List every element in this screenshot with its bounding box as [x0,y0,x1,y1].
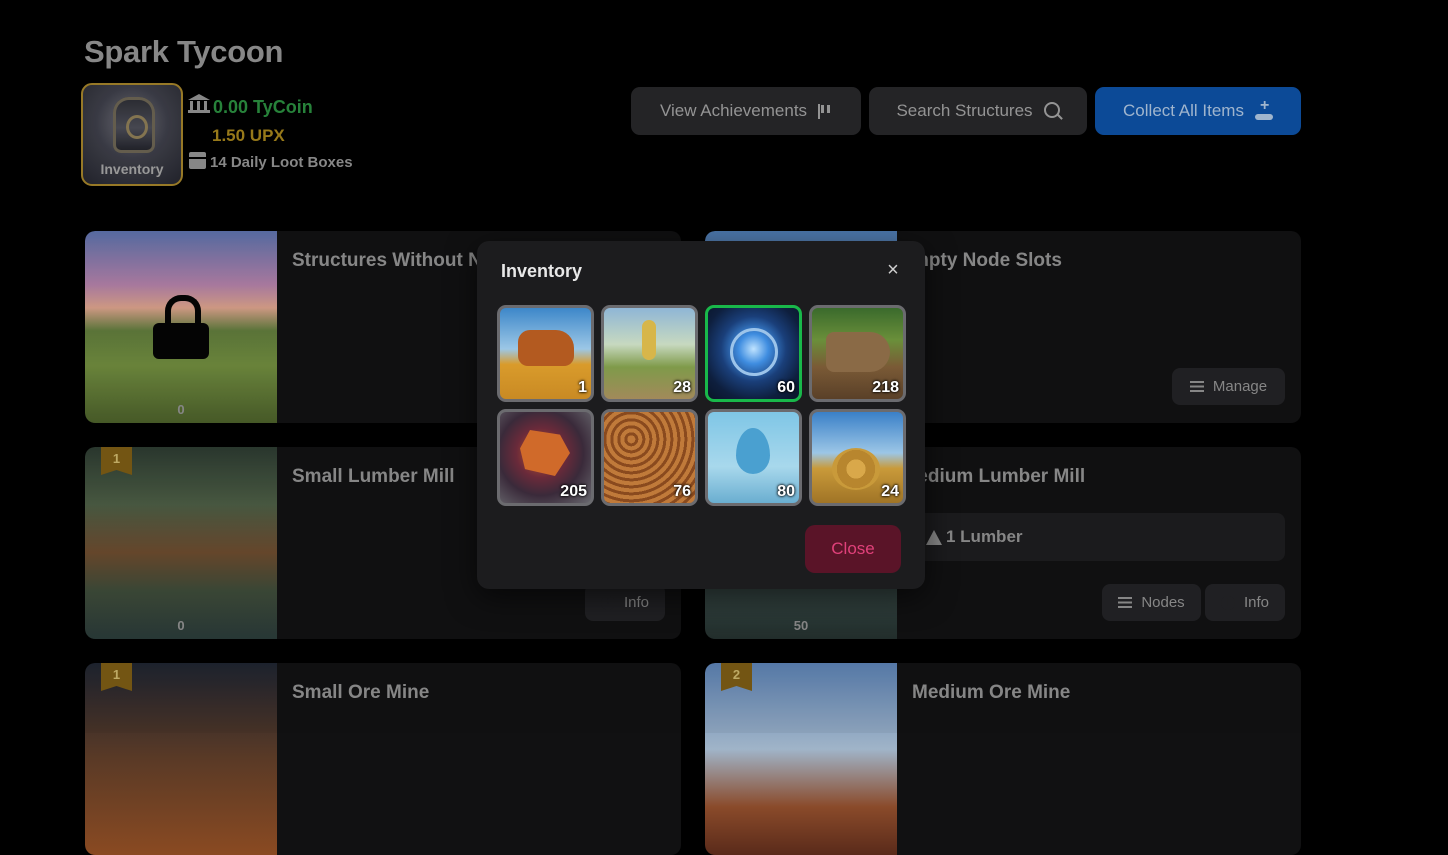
inventory-slot-ore[interactable]: 205 [497,409,594,506]
item-count: 80 [777,483,795,500]
inventory-slot-grain[interactable]: 76 [601,409,698,506]
inventory-modal: Inventory × 1 28 60 218 205 76 80 24 Clo… [477,241,925,589]
inventory-slot-hay-bale[interactable]: 24 [809,409,906,506]
item-count: 205 [560,483,587,500]
inventory-slot-energy-orb[interactable]: 60 [705,305,802,402]
log-icon [826,332,890,372]
inventory-slot-log[interactable]: 218 [809,305,906,402]
close-button[interactable]: Close [805,525,901,573]
item-count: 76 [673,483,691,500]
inventory-slot-water[interactable]: 80 [705,409,802,506]
water-drop-icon [736,428,770,474]
item-count: 218 [872,379,899,396]
hay-bale-icon [832,448,880,490]
item-count: 24 [881,483,899,500]
ore-icon [520,430,570,476]
item-count: 1 [578,379,587,396]
close-icon[interactable]: × [883,260,903,280]
item-count: 60 [777,379,795,396]
energy-orb-icon [730,328,778,376]
corn-icon [642,320,656,360]
modal-title: Inventory [501,261,583,281]
item-count: 28 [673,379,691,396]
inventory-slot-corn[interactable]: 28 [601,305,698,402]
inventory-slot-cow[interactable]: 1 [497,305,594,402]
cow-icon [518,330,574,366]
